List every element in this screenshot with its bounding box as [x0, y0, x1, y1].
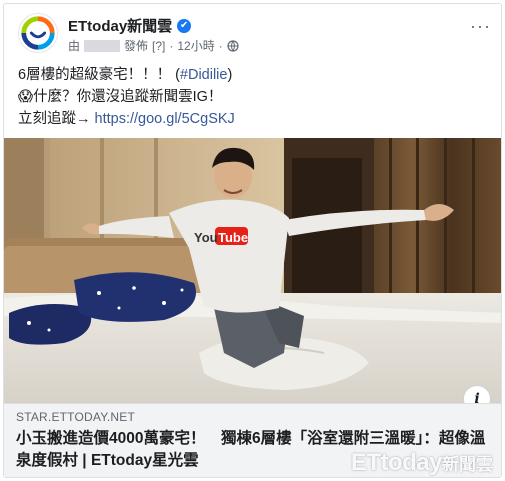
post-header: ETtoday新聞雲 ✔ 由 發佈 [?] · 12小時 · ···: [14, 12, 491, 58]
page-name[interactable]: ETtoday新聞雲 ✔: [68, 15, 192, 36]
post-text-line-2: 😱什麼？你還沒追蹤新聞雲IG！: [18, 89, 223, 105]
post-text-line-3-prefix: 立刻追蹤→: [18, 111, 95, 127]
globe-icon[interactable]: [227, 39, 239, 52]
shirt-logo-you: You: [194, 230, 218, 245]
post-text-line-1-suffix: ): [227, 67, 233, 83]
redacted-publisher: [84, 39, 121, 52]
post-meta: 由 發佈 [?] · 12小時 ·: [68, 37, 239, 54]
meta-separator: ·: [169, 38, 174, 53]
page-avatar[interactable]: [18, 13, 58, 53]
watermark-suffix: 新聞雲: [442, 455, 493, 474]
meta-prefix: 由: [68, 39, 81, 53]
meta-separator-2: ·: [218, 38, 223, 53]
page-name-text[interactable]: ETtoday新聞雲: [68, 15, 172, 36]
meta-help[interactable]: [?]: [152, 39, 165, 53]
post-card: ETtoday新聞雲 ✔ 由 發佈 [?] · 12小時 · ··· 6層樓的超…: [3, 3, 502, 478]
post-text-line-3: 立刻追蹤→ https://goo.gl/5CgSKJ: [18, 108, 235, 130]
post-text-line-1-prefix: 6層樓的超級豪宅！！！ (: [18, 67, 180, 83]
link-domain: STAR.ETTODAY.NET: [16, 410, 135, 424]
more-options-button[interactable]: ···: [470, 16, 491, 37]
post-text: 6層樓的超級豪宅！！！ (#Didilie) 😱什麼？你還沒追蹤新聞雲IG！ 立…: [18, 64, 235, 130]
watermark-logo: ETtoday新聞雲: [351, 449, 493, 477]
post-text-line-1: 6層樓的超級豪宅！！！ (#Didilie): [18, 64, 235, 86]
meta-suffix: 發佈: [124, 39, 149, 53]
post-photo[interactable]: You Tube: [4, 138, 502, 403]
post-timestamp[interactable]: 12小時: [177, 37, 214, 54]
verified-badge-icon: ✔: [177, 18, 192, 33]
shirt-logo-tube: Tube: [218, 230, 248, 245]
short-url-link[interactable]: https://goo.gl/5CgSKJ: [95, 111, 235, 127]
hashtag-link[interactable]: #Didilie: [180, 67, 228, 83]
watermark-brand: ETtoday: [350, 449, 443, 476]
